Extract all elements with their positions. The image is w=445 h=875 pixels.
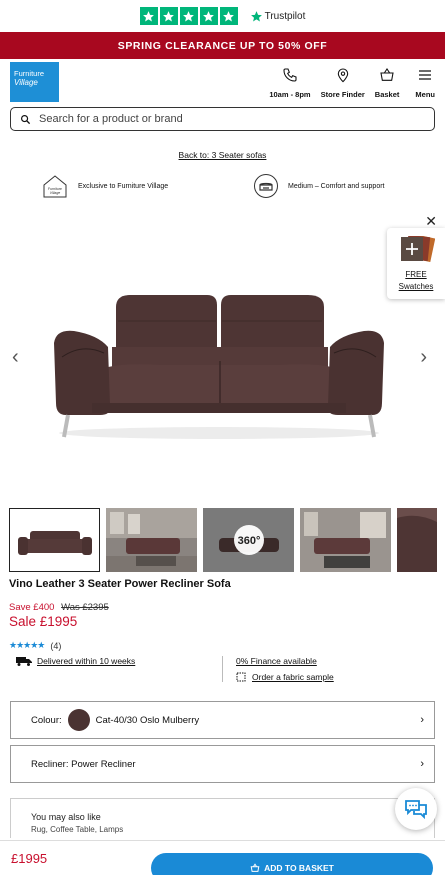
nav-menu-label: Menu [415,90,435,99]
header-nav: 10am - 8pm Store Finder Basket Menu [259,63,435,99]
rating-row[interactable]: ★★★★★ (4) [9,640,436,651]
logo-line2: Village [14,78,38,87]
basket-icon [380,68,394,81]
product-title: Vino Leather 3 Seater Power Recliner Sof… [9,578,231,590]
colour-value: Cat-40/30 Oslo Mulberry [95,714,200,726]
search-input[interactable] [39,113,399,125]
fabric-sample-link[interactable]: Order a fabric sample [252,672,334,682]
nav-store-finder-label: Store Finder [320,90,365,99]
finance-link[interactable]: 0% Finance available [236,656,317,666]
feature-exclusive: Furniture Village Exclusive to Furniture … [42,173,254,199]
nav-basket-label: Basket [374,90,400,99]
feature-badges: Furniture Village Exclusive to Furniture … [0,173,445,199]
star-icon [139,7,158,25]
svg-text:Village: Village [50,191,60,195]
sample-row: Order a fabric sample [236,672,334,682]
swatches-icon [401,233,436,263]
nav-opening-hours[interactable]: 10am - 8pm [269,63,311,99]
location-pin-icon [337,68,348,83]
footer-price: £1995 [11,850,48,866]
nav-opening-hours-label: 10am - 8pm [269,90,311,99]
gallery-next-arrow-icon[interactable]: › [420,346,427,369]
recliner-selector[interactable]: Recliner: Power Recliner › [10,745,435,783]
thumbnail-sofa-room-1[interactable] [106,508,197,572]
product-main-image [54,295,384,439]
search-icon [21,114,31,124]
chevron-right-icon: › [420,758,424,770]
chevron-right-icon: › [420,714,424,726]
hamburger-icon [419,70,432,80]
basket-icon [250,863,260,872]
phone-icon [283,68,297,82]
colour-selector[interactable]: Colour: Cat-40/30 Oslo Mulberry › [10,701,435,739]
also-like-title: You may also like [31,812,101,822]
finance-row: 0% Finance available [236,656,334,666]
product-gallery: ✕ FREE Swatches ‹ › [0,213,445,508]
star-icon [179,7,198,25]
sale-price: Sale £1995 [9,614,78,629]
seat-comfort-icon [254,174,278,198]
trustpilot-label: Trustpilot [264,10,306,22]
gallery-prev-arrow-icon[interactable]: ‹ [12,346,19,369]
colour-label: Colour: [31,714,62,726]
house-icon: FurnitureVillage [43,175,67,198]
furniture-village-logo[interactable]: Furniture Village [10,62,59,102]
free-swatches-card[interactable]: FREE Swatches [387,228,445,299]
thumbnail-sofa-room-2[interactable] [300,508,391,572]
delivery-truck-icon [16,657,32,666]
trustpilot-logo: Trustpilot [250,10,306,23]
savings-row: Save £400 Was £2395 [9,602,436,613]
thumbnail-sofa-front[interactable] [9,508,100,572]
logo-line1: Furniture [14,69,45,78]
star-icon [199,7,218,25]
back-link[interactable]: Back to: 3 Seater sofas [0,150,445,160]
colour-swatch [67,709,90,731]
feature-exclusive-label: Exclusive to Furniture Village [78,182,169,190]
thumbnail-sofa-detail[interactable] [397,508,437,572]
nav-basket[interactable]: Basket [374,63,400,99]
trustpilot-stars [139,7,238,25]
promo-banner[interactable]: SPRING CLEARANCE UP TO 50% OFF [0,32,445,59]
swatch-card-line1: FREE [405,270,427,279]
trustpilot-bar[interactable]: Trustpilot [0,0,445,32]
search-bar[interactable] [10,107,435,131]
thumbnail-360-label: 360° [238,535,261,547]
star-icon [219,7,238,25]
save-amount: Save £400 [9,602,55,613]
recliner-label: Recliner: Power Recliner [31,758,136,770]
thumbnail-360[interactable]: 360° [203,508,294,572]
nav-menu[interactable]: Menu [415,63,435,99]
you-may-also-like[interactable]: You may also like Rug, Coffee Table, Lam… [10,798,435,838]
delivery-info: Delivered within 10 weeks [16,656,222,682]
sticky-footer: £1995 ADD TO BASKET [0,840,445,875]
chat-icon [405,800,427,820]
site-header: Furniture Village 10am - 8pm Store Finde… [0,59,445,105]
rating-stars-icon: ★★★★★ [9,640,45,650]
review-count: (4) [50,640,62,651]
product-info-grid: Delivered within 10 weeks 0% Finance ava… [16,656,436,682]
add-to-basket-button[interactable]: ADD TO BASKET [151,853,433,875]
fabric-sample-icon [236,672,246,682]
feature-comfort-label: Medium – Comfort and support [288,182,385,190]
chat-button[interactable] [395,788,437,830]
delivery-link[interactable]: Delivered within 10 weeks [37,656,135,666]
nav-store-finder[interactable]: Store Finder [321,63,365,99]
star-icon [159,7,178,25]
trustpilot-star-icon [250,10,262,21]
thumbnail-strip: 360° [0,508,445,574]
add-to-basket-label: ADD TO BASKET [264,863,334,873]
finance-sample-info: 0% Finance available Order a fabric samp… [222,656,334,682]
swatch-card-line2: Swatches [398,282,434,291]
also-like-subtitle: Rug, Coffee Table, Lamps [31,825,124,834]
was-price: Was £2395 [61,602,109,613]
feature-comfort: Medium – Comfort and support [254,173,385,199]
